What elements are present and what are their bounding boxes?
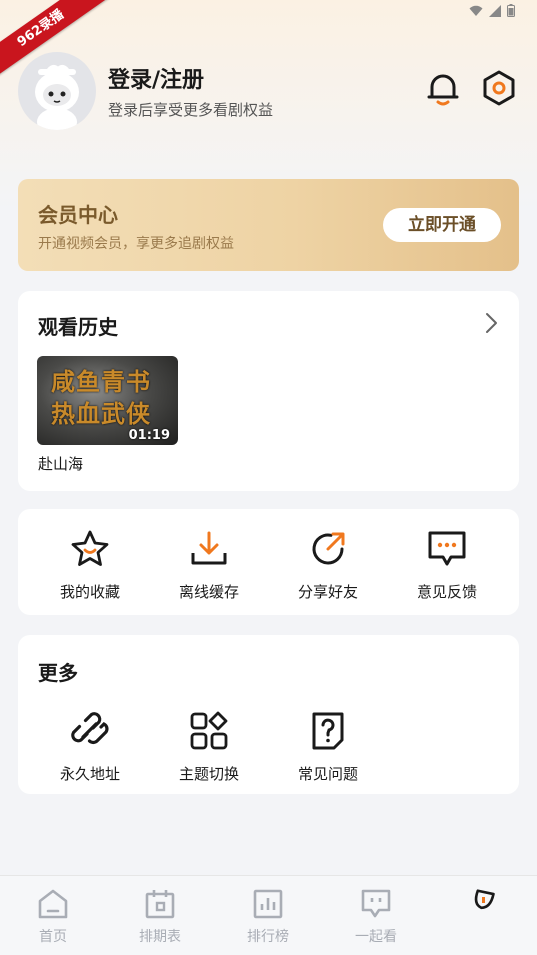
vip-center-card[interactable]: 会员中心 开通视频会员，享更多追剧权益 立即开通 <box>18 179 519 271</box>
bell-icon[interactable] <box>423 68 463 108</box>
tab-home-label: 首页 <box>39 929 67 945</box>
history-thumbnail[interactable]: 咸鱼青书 热血武侠 01:19 <box>37 356 178 445</box>
more-permanent-url[interactable]: 永久地址 <box>35 711 145 784</box>
avatar[interactable] <box>18 52 96 130</box>
tab-profile[interactable] <box>433 888 533 926</box>
action-favorites-label: 我的收藏 <box>59 583 120 601</box>
tab-ranking-label: 排行榜 <box>247 929 289 945</box>
feedback-icon <box>428 531 466 566</box>
action-feedback[interactable]: 意见反馈 <box>392 529 502 602</box>
action-offline-cache[interactable]: 离线缓存 <box>154 529 264 602</box>
star-icon <box>71 530 109 566</box>
thumbnail-title-line2: 热血武侠 <box>51 400 151 428</box>
watch-history-card: 观看历史 咸鱼青书 热血武侠 01:19 赴山海 <box>18 291 519 491</box>
more-title: 更多 <box>38 661 78 685</box>
theme-icon <box>190 711 228 750</box>
tab-schedule[interactable]: 排期表 <box>110 888 210 946</box>
action-share-label: 分享好友 <box>297 583 358 601</box>
share-icon <box>312 532 345 565</box>
action-feedback-label: 意见反馈 <box>416 583 477 601</box>
thumbnail-title-line1: 咸鱼青书 <box>51 368 151 396</box>
action-share[interactable]: 分享好友 <box>273 529 383 602</box>
tab-watch-together-label: 一起看 <box>355 929 397 945</box>
battery-icon <box>507 4 515 17</box>
activate-vip-button[interactable]: 立即开通 <box>383 208 501 242</box>
faq-icon <box>312 712 344 750</box>
bottom-tab-bar: 首页 排期表 排行榜 一起看 <box>0 875 537 955</box>
vip-title: 会员中心 <box>38 203 118 227</box>
more-faq[interactable]: 常见问题 <box>273 711 383 784</box>
tab-watch-together[interactable]: 一起看 <box>326 888 426 946</box>
tab-ranking[interactable]: 排行榜 <box>218 888 318 946</box>
login-subtitle: 登录后享受更多看剧权益 <box>108 101 274 119</box>
chat-icon <box>361 889 391 918</box>
more-theme-switch-label: 主题切换 <box>178 765 239 783</box>
more-permanent-url-label: 永久地址 <box>59 765 120 783</box>
more-faq-label: 常见问题 <box>297 765 358 783</box>
calendar-icon <box>145 890 175 919</box>
history-title: 观看历史 <box>38 315 118 339</box>
ranking-icon <box>253 889 283 919</box>
action-offline-cache-label: 离线缓存 <box>178 583 239 601</box>
download-icon <box>191 531 227 565</box>
chevron-right-icon[interactable] <box>479 311 503 335</box>
more-theme-switch[interactable]: 主题切换 <box>154 711 264 784</box>
link-icon <box>71 712 109 745</box>
status-bar <box>469 4 515 17</box>
profile-icon <box>474 889 495 910</box>
quick-actions-card: 我的收藏 离线缓存 分享好友 意见反馈 <box>18 509 519 615</box>
tab-schedule-label: 排期表 <box>139 929 181 945</box>
vip-subtitle: 开通视频会员，享更多追剧权益 <box>38 236 234 252</box>
home-icon <box>38 889 68 919</box>
action-favorites[interactable]: 我的收藏 <box>35 529 145 602</box>
more-card: 更多 永久地址 主题切换 常见问题 <box>18 635 519 794</box>
signal-icon <box>489 4 501 17</box>
thumbnail-duration: 01:19 <box>128 428 170 443</box>
settings-icon[interactable] <box>479 68 519 108</box>
tab-home[interactable]: 首页 <box>3 888 103 946</box>
wifi-icon <box>469 5 483 16</box>
mascot-avatar-icon <box>35 64 79 130</box>
profile-header: 登录/注册 登录后享受更多看剧权益 <box>18 50 519 132</box>
login-title[interactable]: 登录/注册 <box>108 62 204 94</box>
history-item-title[interactable]: 赴山海 <box>38 453 83 474</box>
